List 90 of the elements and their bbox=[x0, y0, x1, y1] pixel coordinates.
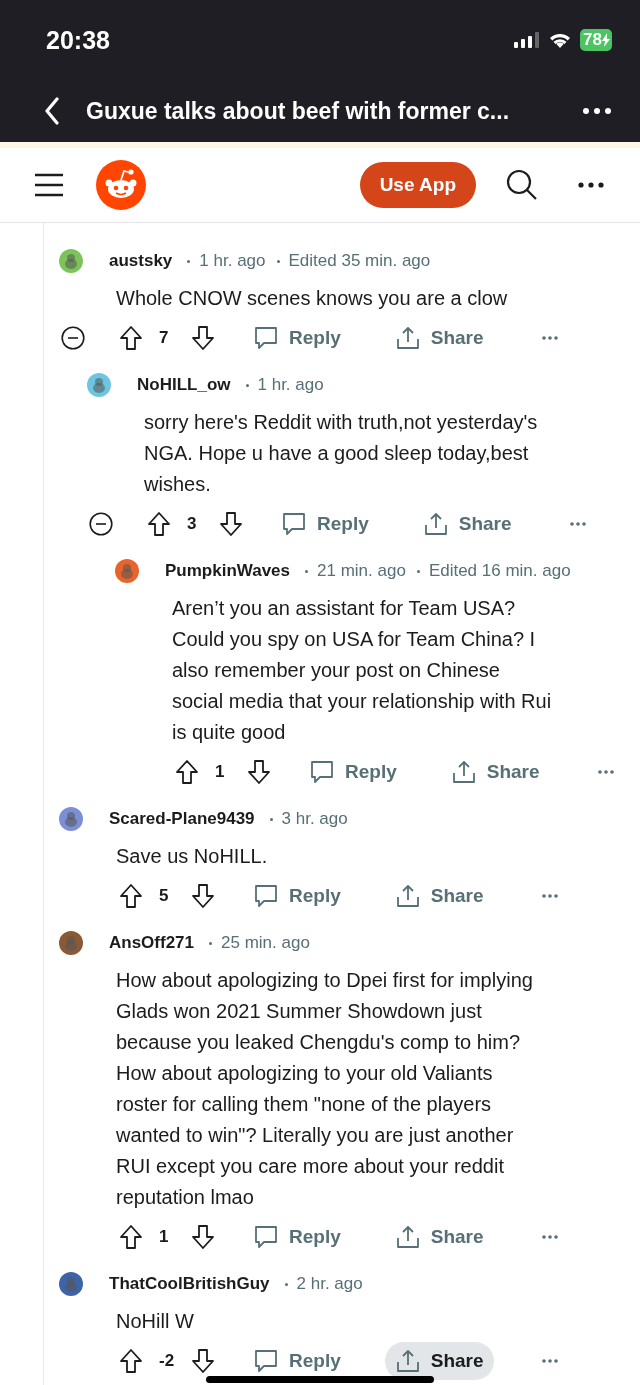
share-button[interactable]: Share bbox=[384, 319, 494, 357]
downvote-icon[interactable] bbox=[191, 1224, 215, 1250]
share-icon bbox=[394, 883, 421, 909]
comment-time: 3 hr. ago bbox=[281, 809, 348, 829]
signal-icon bbox=[514, 32, 541, 48]
vote-count: -2 bbox=[159, 1351, 176, 1371]
vote-count: 1 bbox=[215, 762, 226, 782]
comment-time: 1 hr. ago bbox=[257, 375, 324, 395]
username[interactable]: Scared-Plane9439 bbox=[109, 809, 255, 829]
share-button[interactable]: Share bbox=[440, 753, 550, 791]
comment-text: How about apologizing to Dpei first for implying Glads won 2021 Summer Showdown just because you leaked Chengdu's comp to him? How about apologizing to your old Valiants roster for calling them "none of the players wanted to win"? Literally you are just another RUI except you care more about your reddit reputation lmao bbox=[115, 968, 534, 1210]
reply-button[interactable]: Reply bbox=[243, 1218, 351, 1256]
share-icon bbox=[450, 759, 477, 785]
comment-time: 21 min. ago bbox=[317, 561, 406, 581]
wifi-icon bbox=[548, 31, 573, 49]
vote-count: 7 bbox=[159, 328, 170, 348]
reply-button[interactable]: Reply bbox=[271, 505, 379, 543]
more-icon[interactable] bbox=[578, 182, 604, 188]
username[interactable]: ThatCoolBritishGuy bbox=[109, 1274, 270, 1294]
downvote-icon[interactable] bbox=[191, 1348, 215, 1374]
comment-icon bbox=[253, 325, 279, 351]
separator-dot bbox=[284, 1282, 288, 1286]
separator-dot bbox=[269, 817, 273, 821]
share-icon bbox=[394, 1224, 421, 1250]
comment-icon bbox=[281, 511, 307, 537]
username[interactable]: austsky bbox=[109, 251, 173, 271]
status-time: 20:38 bbox=[46, 25, 111, 55]
avatar-icon[interactable] bbox=[59, 1272, 83, 1296]
avatar-icon[interactable] bbox=[115, 559, 139, 583]
vote-count: 1 bbox=[159, 1227, 170, 1247]
separator-dot bbox=[187, 259, 191, 263]
vote-count: 3 bbox=[187, 514, 198, 534]
share-icon bbox=[422, 511, 449, 537]
reply-button[interactable]: Reply bbox=[243, 877, 351, 915]
vote-count: 5 bbox=[159, 886, 170, 906]
avatar-icon[interactable] bbox=[59, 807, 83, 831]
downvote-icon[interactable] bbox=[191, 325, 215, 351]
use-app-button[interactable]: Use App bbox=[359, 162, 476, 208]
comment-text: Aren’t you an assistant for Team USA? Could you spy on USA for Team China? I also remember your post on Chinese social media that your relationship with Rui is quite good bbox=[171, 596, 553, 745]
menu-icon[interactable] bbox=[34, 173, 64, 197]
separator-dot bbox=[305, 569, 309, 573]
upvote-icon[interactable] bbox=[119, 883, 143, 909]
comment-time: Edited 16 min. ago bbox=[428, 561, 571, 581]
downvote-icon[interactable] bbox=[191, 883, 215, 909]
comment-text: Whole CNOW scenes knows you are a clow bbox=[115, 286, 509, 311]
reply-button[interactable]: Reply bbox=[243, 319, 351, 357]
battery-indicator: 78 bbox=[580, 29, 612, 51]
upvote-icon[interactable] bbox=[119, 1348, 143, 1374]
avatar-icon[interactable] bbox=[87, 373, 111, 397]
comment-text: NoHill W bbox=[115, 1309, 195, 1334]
separator-dot bbox=[209, 941, 213, 945]
comment-time: 2 hr. ago bbox=[296, 1274, 363, 1294]
separator-dot bbox=[276, 259, 280, 263]
reddit-logo-icon[interactable] bbox=[96, 160, 146, 210]
collapse-icon[interactable] bbox=[89, 512, 113, 536]
upvote-icon[interactable] bbox=[175, 759, 199, 785]
separator-dot bbox=[245, 383, 249, 387]
comment-icon bbox=[253, 1224, 279, 1250]
share-icon bbox=[394, 325, 421, 351]
comment-icon bbox=[309, 759, 335, 785]
share-button[interactable]: Share bbox=[412, 505, 522, 543]
avatar-icon[interactable] bbox=[59, 249, 83, 273]
share-button[interactable]: Share bbox=[384, 877, 494, 915]
downvote-icon[interactable] bbox=[219, 511, 243, 537]
reply-button[interactable]: Reply bbox=[243, 1342, 351, 1380]
upvote-icon[interactable] bbox=[147, 511, 171, 537]
separator-dot bbox=[416, 569, 420, 573]
comment-icon bbox=[253, 1348, 279, 1374]
username[interactable]: PumpkinWaves bbox=[165, 561, 291, 581]
share-button[interactable]: Share bbox=[384, 1342, 494, 1380]
comment-icon bbox=[253, 883, 279, 909]
username[interactable]: NoHILL_ow bbox=[137, 375, 231, 395]
upvote-icon[interactable] bbox=[119, 1224, 143, 1250]
search-icon[interactable] bbox=[506, 169, 538, 201]
more-icon[interactable] bbox=[582, 107, 612, 115]
avatar-icon[interactable] bbox=[59, 931, 83, 955]
comment-time: 1 hr. ago bbox=[199, 251, 266, 271]
comment-time: Edited 35 min. ago bbox=[288, 251, 431, 271]
comment-text: Save us NoHILL. bbox=[115, 844, 269, 869]
downvote-icon[interactable] bbox=[247, 759, 271, 785]
share-button[interactable]: Share bbox=[384, 1218, 494, 1256]
comment-text: sorry here's Reddit with truth,not yesterday's NGA. Hope u have a good sleep today,best wishes. bbox=[143, 410, 539, 497]
page-title: Guxue talks about beef with former c... bbox=[86, 97, 511, 125]
back-icon[interactable] bbox=[44, 97, 60, 125]
username[interactable]: AnsOff271 bbox=[109, 933, 195, 953]
collapse-icon[interactable] bbox=[61, 326, 85, 350]
upvote-icon[interactable] bbox=[119, 325, 143, 351]
share-icon bbox=[394, 1348, 421, 1374]
reply-button[interactable]: Reply bbox=[299, 753, 407, 791]
comment-time: 25 min. ago bbox=[221, 933, 310, 953]
